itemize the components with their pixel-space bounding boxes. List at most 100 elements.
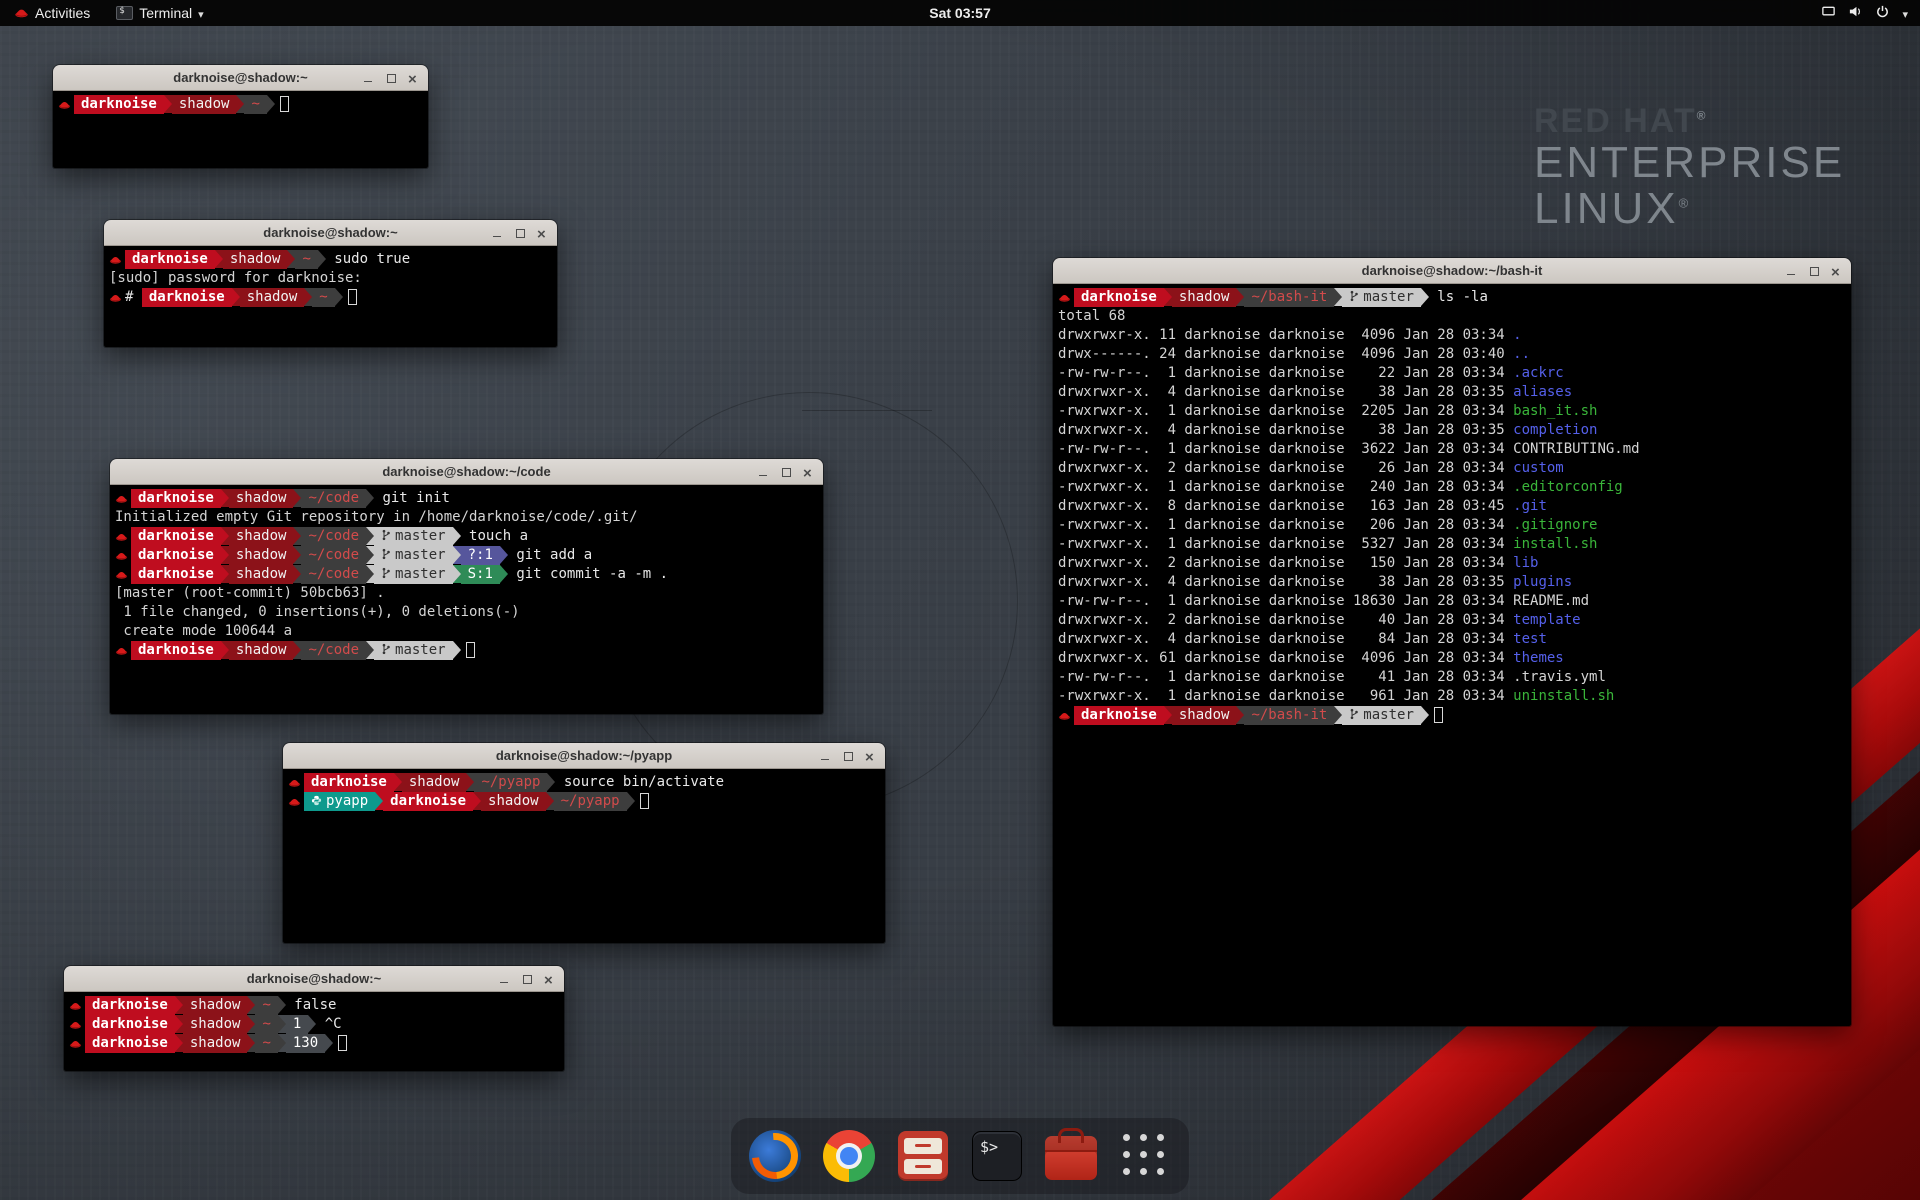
segment-host: shadow	[229, 546, 294, 565]
prompt-line: darknoiseshadow~/bash-itmaster	[1058, 706, 1846, 725]
terminal-icon[interactable]	[969, 1128, 1025, 1184]
prompt-line: darknoiseshadow~ sudo true	[109, 250, 552, 269]
output-text: .travis.yml	[1513, 669, 1606, 685]
terminal-content[interactable]: darknoiseshadow~/code git initInitialize…	[110, 485, 823, 714]
minimize-button[interactable]	[492, 228, 502, 238]
terminal-content[interactable]: darknoiseshadow~/bash-itmaster ls -latot…	[1053, 284, 1851, 1026]
maximize-button[interactable]	[1809, 266, 1819, 276]
segment-branch: master	[374, 527, 453, 546]
redhat-prompt-icon	[109, 250, 125, 269]
titlebar[interactable]: darknoise@shadow:~	[53, 65, 428, 91]
powerline-arrow-icon	[366, 527, 374, 545]
display-icon[interactable]	[1821, 4, 1836, 22]
segment-venv: pyapp	[304, 792, 375, 811]
redhat-prompt-icon	[1058, 288, 1074, 307]
powerline-arrow-icon	[247, 996, 255, 1014]
maximize-button[interactable]	[515, 228, 525, 238]
app-menu-terminal[interactable]: Terminal	[110, 0, 209, 26]
powerline-arrow-icon	[318, 250, 326, 268]
segment-path: ~	[255, 996, 277, 1015]
files-icon[interactable]	[895, 1128, 951, 1184]
terminal-window-pyapp: darknoise@shadow:~/pyapp darknoise shadow…	[283, 743, 885, 943]
output-text: completion	[1513, 422, 1597, 438]
powerline-arrow-icon	[232, 288, 240, 306]
maximize-button[interactable]	[781, 467, 791, 477]
powerline-arrow-icon	[546, 792, 554, 810]
powerline-arrow-icon	[366, 641, 374, 659]
titlebar[interactable]: darknoise@shadow:~/code	[110, 459, 823, 485]
segment-host: shadow	[481, 792, 546, 811]
prompt-line: darknoiseshadow~/codemaster touch a	[115, 527, 818, 546]
titlebar[interactable]: darknoise@shadow:~/bash-it	[1053, 258, 1851, 284]
close-button[interactable]	[409, 73, 419, 83]
powerline-arrow-icon	[215, 250, 223, 268]
close-button[interactable]	[545, 974, 555, 984]
terminal-content[interactable]: darknoise shadow ~ sudo true [sudo] passwor…	[104, 246, 557, 347]
terminal-content[interactable]: darknoiseshadow~	[53, 91, 428, 168]
close-button[interactable]	[866, 751, 876, 761]
power-icon[interactable]	[1875, 4, 1890, 22]
segment-path: ~	[295, 250, 317, 269]
segment-host: shadow	[223, 250, 288, 269]
output-text: [master (root-commit) 50bcb63] .	[115, 585, 385, 601]
output-text: README.md	[1513, 593, 1589, 609]
activities-button[interactable]: Activities	[8, 0, 96, 26]
output-text: drwxrwxr-x. 2 darknoise darknoise 150 Ja…	[1058, 555, 1513, 571]
terminal-window-sudo: darknoise@shadow:~ darknoise shadow ~ sudo…	[104, 220, 557, 347]
titlebar[interactable]: darknoise@shadow:~	[64, 966, 564, 992]
redhat-prompt-icon	[115, 546, 131, 565]
powerline-arrow-icon	[627, 792, 635, 810]
titlebar[interactable]: darknoise@shadow:~	[104, 220, 557, 246]
chevron-down-icon[interactable]	[1902, 5, 1908, 21]
chevron-down-icon	[198, 5, 204, 21]
segment-user: darknoise	[383, 792, 473, 811]
toolbox-icon[interactable]	[1043, 1128, 1099, 1184]
powerline-arrow-icon	[247, 1034, 255, 1052]
powerline-arrow-icon	[1334, 706, 1342, 724]
powerline-arrow-icon	[293, 641, 301, 659]
output-text: install.sh	[1513, 536, 1597, 552]
firefox-icon[interactable]	[747, 1128, 803, 1184]
output-text: [sudo] password for darknoise:	[109, 270, 362, 286]
maximize-button[interactable]	[386, 73, 396, 83]
registered-mark: ®	[1697, 109, 1708, 123]
minimize-button[interactable]	[363, 73, 373, 83]
minimize-button[interactable]	[758, 467, 768, 477]
output-text: -rw-rw-r--. 1 darknoise darknoise 3622 J…	[1058, 441, 1513, 457]
rhel-brand-logo: RED HAT® ENTERPRISE LINUX®	[1534, 104, 1845, 232]
clock[interactable]: Sat 03:57	[929, 5, 990, 21]
maximize-button[interactable]	[843, 751, 853, 761]
close-button[interactable]	[1832, 266, 1842, 276]
command-text: ls -la	[1429, 289, 1488, 305]
brand-line2: ENTERPRISE	[1534, 140, 1845, 186]
output-text: lib	[1513, 555, 1538, 571]
terminal-cursor	[348, 289, 357, 305]
segment-user: darknoise	[304, 773, 394, 792]
titlebar[interactable]: darknoise@shadow:~/pyapp	[283, 743, 885, 769]
redhat-prompt-icon	[69, 1015, 85, 1034]
volume-icon[interactable]	[1848, 4, 1863, 22]
powerline-arrow-icon	[293, 527, 301, 545]
segment-host: shadow	[1172, 288, 1237, 307]
powerline-arrow-icon	[1421, 706, 1429, 724]
segment-host: shadow	[1172, 706, 1237, 725]
output-text: themes	[1513, 650, 1564, 666]
terminal-content[interactable]: darknoiseshadow~/pyapp source bin/activa…	[283, 769, 885, 943]
chrome-icon[interactable]	[821, 1128, 877, 1184]
maximize-button[interactable]	[522, 974, 532, 984]
show-applications-icon[interactable]	[1117, 1128, 1173, 1184]
close-button[interactable]	[538, 228, 548, 238]
segment-path: ~/code	[301, 546, 366, 565]
terminal-content[interactable]: darknoiseshadow~ falsedarknoiseshadow~1 …	[64, 992, 564, 1071]
close-button[interactable]	[804, 467, 814, 477]
segment-gits: S:1	[461, 565, 500, 584]
segment-path: ~	[244, 95, 266, 114]
minimize-button[interactable]	[1786, 266, 1796, 276]
output-line: -rw-rw-r--. 1 darknoise darknoise 3622 J…	[1058, 440, 1846, 459]
minimize-button[interactable]	[820, 751, 830, 761]
powerline-arrow-icon	[278, 1034, 286, 1052]
minimize-button[interactable]	[499, 974, 509, 984]
segment-user: darknoise	[142, 288, 232, 307]
command-text: sudo true	[326, 251, 410, 267]
output-text: drwx------. 24 darknoise darknoise 4096 …	[1058, 346, 1513, 362]
